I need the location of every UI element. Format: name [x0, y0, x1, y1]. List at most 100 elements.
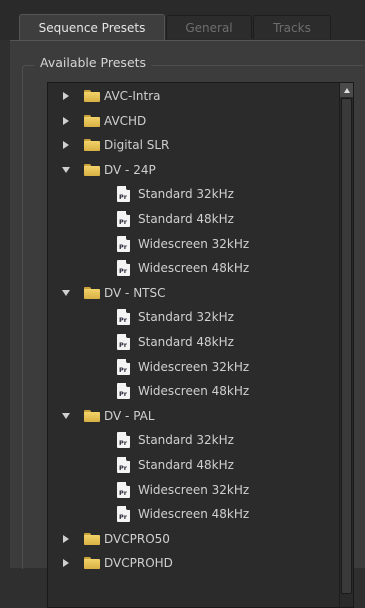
preset-label: Widescreen 32kHz — [138, 236, 250, 251]
available-presets-title: Available Presets — [34, 55, 153, 70]
folder-label: DV - 24P — [104, 162, 156, 177]
tab-general[interactable]: General — [166, 15, 252, 39]
preset-item[interactable]: Pr Widescreen 32kHz — [48, 232, 342, 256]
folder-label: AVC-Intra — [104, 89, 161, 103]
folder-body — [84, 559, 100, 570]
preset-folder[interactable]: Digital SLR — [48, 133, 342, 157]
folder-body — [84, 165, 100, 176]
preset-item[interactable]: Pr Standard 48kHz — [48, 453, 342, 477]
preset-label: Standard 32kHz — [138, 310, 234, 325]
file-icon-text: Pr — [119, 242, 127, 251]
chevron-right-icon — [63, 141, 69, 150]
folder-body — [84, 92, 100, 102]
premiere-file-icon: Pr — [117, 358, 130, 375]
expand-right-icon[interactable] — [60, 133, 72, 157]
preset-label: Standard 32kHz — [138, 187, 234, 202]
tree-scrollbar[interactable] — [339, 83, 353, 607]
preset-folder[interactable]: DVCPROHD — [48, 551, 342, 575]
file-icon-text: Pr — [119, 464, 127, 472]
preset-item[interactable]: Pr Widescreen 32kHz — [48, 478, 342, 502]
chevron-right-icon — [63, 534, 69, 543]
premiere-file-icon: Pr — [117, 432, 130, 449]
premiere-file-icon: Pr — [117, 211, 130, 227]
preset-label: Standard 48kHz — [138, 212, 234, 226]
preset-item[interactable]: Pr Widescreen 32kHz — [48, 355, 342, 379]
folder-body — [84, 411, 100, 422]
scroll-thumb[interactable] — [341, 98, 352, 594]
folder-icon — [84, 114, 100, 127]
chevron-right-icon — [63, 116, 69, 125]
premiere-file-icon: Pr — [117, 235, 130, 252]
preset-label: Standard 32kHz — [138, 433, 234, 448]
expand-down-icon[interactable] — [60, 158, 72, 182]
folder-label: Digital SLR — [104, 138, 170, 153]
preset-label: Widescreen 32kHz — [138, 359, 250, 374]
folder-icon — [84, 557, 100, 570]
preset-folder[interactable]: DV - PAL — [48, 404, 342, 428]
preset-item[interactable]: Pr Standard 48kHz — [48, 330, 342, 354]
preset-label: Widescreen 32kHz — [138, 482, 250, 497]
chevron-down-icon — [62, 166, 70, 173]
preset-folder[interactable]: DV - 24P — [48, 158, 342, 182]
file-icon-text: Pr — [119, 488, 127, 497]
premiere-file-icon: Pr — [117, 309, 130, 326]
file-icon-text: Pr — [119, 439, 127, 448]
tab-tracks[interactable]: Tracks — [253, 15, 331, 39]
premiere-file-icon: Pr — [117, 186, 130, 203]
expand-right-icon[interactable] — [60, 109, 72, 133]
preset-label: Widescreen 48kHz — [138, 384, 250, 399]
preset-folder[interactable]: DVCPRO50 — [48, 527, 342, 551]
sequence-presets-panel: Available Presets DVCPROHD DVCPRO50 Pr Wide… — [10, 40, 365, 608]
up-arrow-icon — [343, 87, 350, 93]
file-icon-text: Pr — [119, 218, 127, 226]
preset-label: Widescreen 48kHz — [138, 507, 250, 522]
folder-label: DV - PAL — [104, 408, 155, 423]
expand-down-icon[interactable] — [60, 404, 72, 428]
preset-item[interactable]: Pr Standard 32kHz — [48, 305, 342, 329]
tab-sequence-presets[interactable]: Sequence Presets — [19, 14, 165, 41]
preset-item[interactable]: Pr Widescreen 48kHz — [48, 502, 342, 526]
expand-right-icon[interactable] — [60, 551, 72, 575]
preset-label: Standard 48kHz — [138, 458, 234, 472]
preset-folder[interactable]: DV - NTSC — [48, 281, 342, 305]
folder-icon — [84, 90, 100, 102]
preset-item[interactable]: Pr Standard 48kHz — [48, 207, 342, 231]
file-icon-text: Pr — [119, 513, 127, 522]
file-icon-text: Pr — [119, 316, 127, 325]
file-icon-text: Pr — [119, 365, 127, 374]
folder-icon — [84, 139, 100, 152]
chevron-down-icon — [62, 289, 70, 296]
file-icon-text: Pr — [119, 267, 127, 276]
folder-label: DVCPROHD — [104, 556, 173, 571]
folder-label: DVCPRO50 — [104, 531, 170, 546]
folder-body — [84, 534, 100, 545]
expand-right-icon[interactable] — [60, 84, 72, 108]
folder-icon — [84, 163, 100, 176]
file-icon-text: Pr — [119, 341, 127, 349]
chevron-right-icon — [63, 92, 69, 100]
presets-tree[interactable]: DVCPROHD DVCPRO50 Pr Widescreen 48kHz Pr Wide… — [47, 82, 354, 608]
premiere-file-icon: Pr — [117, 334, 130, 350]
folder-label: DV - NTSC — [104, 285, 166, 300]
expand-down-icon[interactable] — [60, 281, 72, 305]
expand-right-icon[interactable] — [60, 527, 72, 551]
chevron-right-icon — [63, 559, 69, 568]
folder-icon — [84, 532, 100, 545]
premiere-file-icon: Pr — [117, 481, 130, 498]
chevron-down-icon — [62, 412, 70, 419]
premiere-file-icon: Pr — [117, 383, 130, 400]
preset-item[interactable]: Pr Standard 32kHz — [48, 428, 342, 452]
preset-folder[interactable]: AVCHD — [48, 109, 342, 133]
folder-label: AVCHD — [104, 113, 147, 128]
folder-body — [84, 141, 100, 152]
premiere-file-icon: Pr — [117, 506, 130, 523]
folder-icon — [84, 409, 100, 422]
preset-item[interactable]: Pr Widescreen 48kHz — [48, 379, 342, 403]
preset-item[interactable]: Pr Standard 32kHz — [48, 182, 342, 206]
preset-item[interactable]: Pr Widescreen 48kHz — [48, 256, 342, 280]
folder-body — [84, 288, 100, 299]
preset-folder[interactable]: AVC-Intra — [48, 84, 342, 108]
preset-label: Standard 48kHz — [138, 335, 234, 349]
scroll-up-button[interactable] — [340, 83, 353, 97]
premiere-file-icon: Pr — [117, 260, 130, 277]
